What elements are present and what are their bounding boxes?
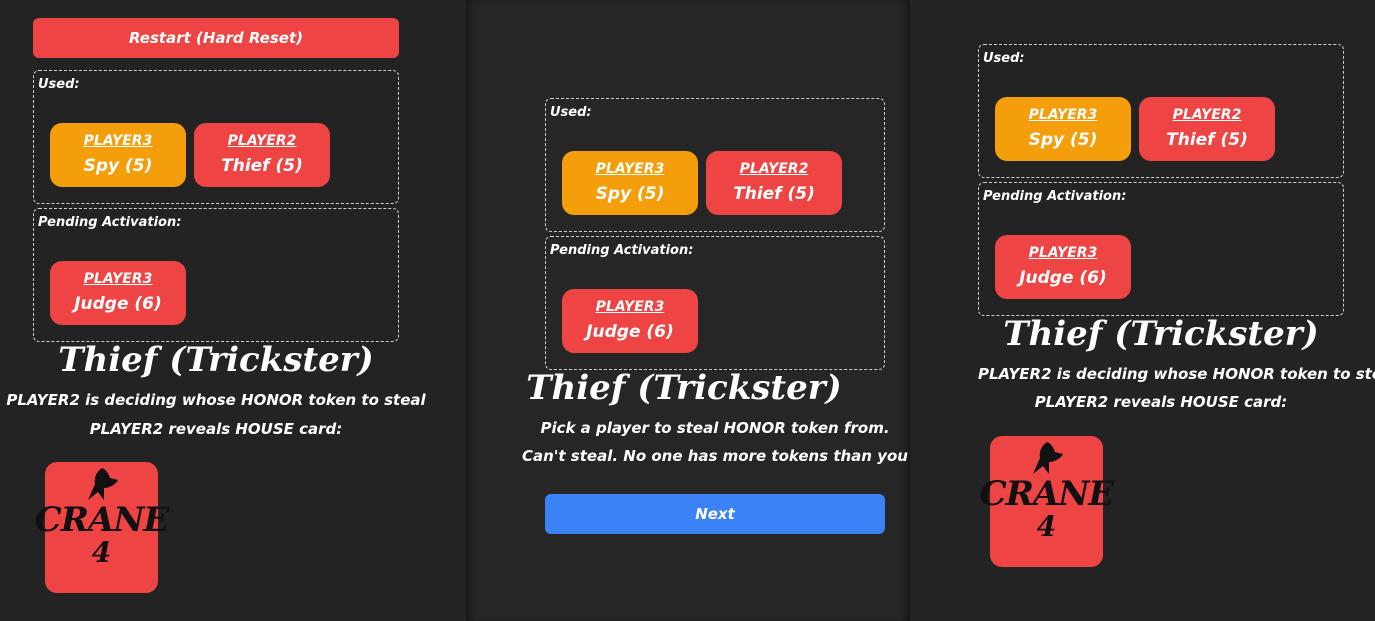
- house-card-name: CRANE: [979, 474, 1115, 514]
- used-card[interactable]: PLAYER3 Spy (5): [995, 97, 1131, 161]
- status-line: PLAYER2 is deciding whose HONOR token to…: [978, 365, 1375, 383]
- middle-panel: Used: PLAYER3 Spy (5) PLAYER2 Thief (5) …: [466, 0, 910, 621]
- used-label: Used:: [38, 77, 80, 92]
- used-card[interactable]: PLAYER2 Thief (5): [194, 123, 330, 187]
- status-line: PLAYER2 reveals HOUSE card:: [1034, 393, 1288, 411]
- card-player: PLAYER3: [1028, 245, 1098, 261]
- pending-card[interactable]: PLAYER3 Judge (6): [50, 261, 186, 325]
- instruction-line: Can't steal. No one has more tokens than…: [522, 447, 908, 465]
- status-line: PLAYER2 reveals HOUSE card:: [89, 420, 343, 438]
- role-title: Thief (Trickster): [58, 340, 374, 380]
- card-player: PLAYER3: [83, 133, 153, 149]
- card-player: PLAYER3: [1028, 107, 1098, 123]
- house-card-number: 4: [1036, 510, 1057, 543]
- pending-card[interactable]: PLAYER3 Judge (6): [562, 289, 698, 353]
- card-player: PLAYER2: [227, 133, 297, 149]
- card-role: Judge (6): [1019, 268, 1107, 288]
- pending-card[interactable]: PLAYER3 Judge (6): [995, 235, 1131, 299]
- card-role: Thief (5): [733, 184, 815, 204]
- pending-section: Pending Activation: PLAYER3 Judge (6): [33, 208, 399, 342]
- left-panel: Restart (Hard Reset) Used: PLAYER3 Spy (…: [0, 0, 466, 621]
- used-section: Used: PLAYER3 Spy (5) PLAYER2 Thief (5): [33, 70, 399, 204]
- used-card[interactable]: PLAYER3 Spy (5): [562, 151, 698, 215]
- card-role: Spy (5): [595, 184, 665, 204]
- next-button[interactable]: Next: [545, 494, 885, 534]
- pending-section: Pending Activation: PLAYER3 Judge (6): [978, 182, 1344, 316]
- used-label: Used:: [550, 105, 592, 120]
- card-player: PLAYER3: [83, 271, 153, 287]
- right-panel: Used: PLAYER3 Spy (5) PLAYER2 Thief (5) …: [910, 0, 1375, 621]
- card-role: Thief (5): [221, 156, 303, 176]
- used-card[interactable]: PLAYER2 Thief (5): [706, 151, 842, 215]
- crane-head-icon: [87, 468, 118, 500]
- restart-button[interactable]: Restart (Hard Reset): [33, 18, 399, 58]
- instruction-line: Pick a player to steal HONOR token from.: [540, 419, 890, 437]
- card-player: PLAYER3: [595, 299, 665, 315]
- role-title: Thief (Trickster): [1003, 314, 1319, 354]
- used-section: Used: PLAYER3 Spy (5) PLAYER2 Thief (5): [978, 44, 1344, 178]
- card-role: Judge (6): [74, 294, 162, 314]
- pending-label: Pending Activation:: [983, 189, 1127, 204]
- house-card-name: CRANE: [34, 500, 170, 540]
- used-section: Used: PLAYER3 Spy (5) PLAYER2 Thief (5): [545, 98, 885, 232]
- card-role: Thief (5): [1166, 130, 1248, 150]
- pending-section: Pending Activation: PLAYER3 Judge (6): [545, 236, 885, 370]
- card-role: Judge (6): [586, 322, 674, 342]
- card-role: Spy (5): [1028, 130, 1098, 150]
- house-card-number: 4: [91, 536, 112, 569]
- card-role: Spy (5): [83, 156, 153, 176]
- used-card[interactable]: PLAYER3 Spy (5): [50, 123, 186, 187]
- card-player: PLAYER2: [1172, 107, 1242, 123]
- card-player: PLAYER2: [739, 161, 809, 177]
- house-card[interactable]: CRANE 4: [980, 436, 1114, 567]
- pending-label: Pending Activation:: [550, 243, 694, 258]
- crane-head-icon: [1032, 442, 1063, 474]
- card-player: PLAYER3: [595, 161, 665, 177]
- used-label: Used:: [983, 51, 1025, 66]
- used-card[interactable]: PLAYER2 Thief (5): [1139, 97, 1275, 161]
- status-line: PLAYER2 is deciding whose HONOR token to…: [6, 391, 426, 409]
- house-card[interactable]: CRANE 4: [35, 462, 169, 593]
- pending-label: Pending Activation:: [38, 215, 182, 230]
- role-title: Thief (Trickster): [526, 368, 842, 408]
